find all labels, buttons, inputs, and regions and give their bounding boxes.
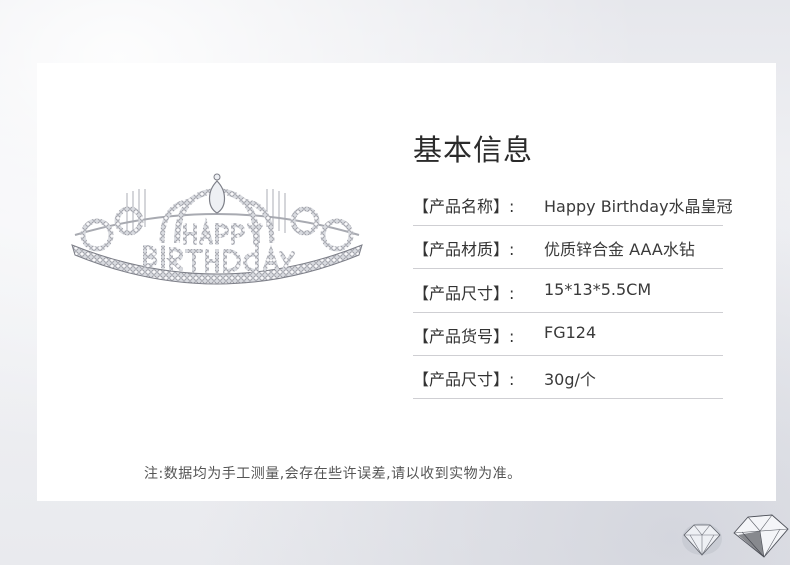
- info-value: FG124: [544, 323, 597, 342]
- product-info-card: 基本信息 【产品名称】: Happy Birthday水晶皇冠 【产品材质】: …: [37, 63, 776, 501]
- info-value: 优质锌合金 AAA水钻: [544, 240, 695, 259]
- info-label: 【产品材质】:: [413, 240, 515, 259]
- info-row-material: 【产品材质】: 优质锌合金 AAA水钻: [413, 226, 723, 269]
- info-label: 【产品名称】:: [413, 197, 515, 216]
- measurement-note: 注:数据均为手工测量,会存在些许误差,请以收到实物为准。: [144, 466, 522, 482]
- section-title: 基本信息: [413, 133, 534, 167]
- diamond-gems-image: [682, 514, 789, 558]
- info-label: 【产品货号】:: [413, 327, 515, 346]
- info-value: Happy Birthday水晶皇冠: [544, 197, 733, 216]
- info-row-weight: 【产品尺寸】: 30g/个: [413, 356, 723, 399]
- info-label: 【产品尺寸】:: [413, 284, 515, 303]
- info-label: 【产品尺寸】:: [413, 370, 515, 389]
- info-row-name: 【产品名称】: Happy Birthday水晶皇冠: [413, 183, 733, 226]
- info-value: 15*13*5.5CM: [544, 280, 652, 299]
- info-row-size: 【产品尺寸】: 15*13*5.5CM: [413, 270, 723, 313]
- info-row-sku: 【产品货号】: FG124: [413, 313, 723, 356]
- crown-tiara-image: [71, 173, 363, 285]
- info-value: 30g/个: [544, 370, 596, 389]
